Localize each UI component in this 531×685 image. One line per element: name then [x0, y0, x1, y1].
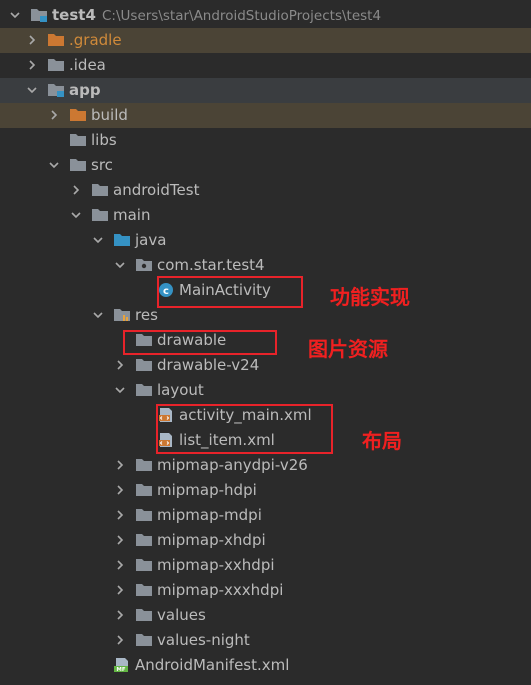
tree-item-label: main [113, 206, 151, 224]
tree-row-mipmap-xxxhdpi[interactable]: mipmap-xxxhdpi [0, 578, 531, 603]
highlight-box-mainactivity [157, 276, 303, 308]
tree-row-test4[interactable]: test4 C:\Users\star\AndroidStudioProjects… [0, 3, 531, 28]
source-folder-icon [114, 234, 130, 246]
tree-row--idea[interactable]: .idea [0, 53, 531, 78]
annotation-activity: 功能实现 [330, 285, 410, 309]
tree-item-label: mipmap-xhdpi [157, 531, 266, 549]
tree-item-label: values-night [157, 631, 250, 649]
tree-item-label: mipmap-hdpi [157, 481, 257, 499]
annotation-drawable: 图片资源 [308, 337, 388, 361]
project-path: C:\Users\star\AndroidStudioProjects\test… [102, 8, 382, 24]
tree-item-label: androidTest [113, 181, 200, 199]
chevron-down-icon[interactable] [113, 383, 127, 397]
folder-icon [136, 559, 152, 571]
tree-item-label: values [157, 606, 206, 624]
tree-row-values-night[interactable]: values-night [0, 628, 531, 653]
tree-item-label: mipmap-xxhdpi [157, 556, 275, 574]
folder-icon [48, 59, 64, 71]
chevron-down-icon[interactable] [91, 308, 105, 322]
tree-item-label: res [135, 306, 158, 324]
chevron-down-icon[interactable] [91, 233, 105, 247]
tree-row-java[interactable]: java [0, 228, 531, 253]
annotation-layout: 布局 [362, 429, 402, 453]
folder-icon [136, 609, 152, 621]
chevron-right-icon[interactable] [113, 508, 127, 522]
chevron-down-icon[interactable] [113, 258, 127, 272]
chevron-right-icon[interactable] [113, 458, 127, 472]
resource-folder-icon [114, 309, 130, 321]
tree-item-label: java [135, 231, 167, 249]
module-folder-icon [48, 84, 64, 97]
tree-row-androidtest[interactable]: androidTest [0, 178, 531, 203]
chevron-right-icon[interactable] [113, 533, 127, 547]
chevron-down-icon[interactable] [47, 158, 61, 172]
folder-icon [136, 384, 152, 396]
folder-icon [92, 209, 108, 221]
highlight-box-drawable [123, 330, 277, 355]
tree-row-androidmanifest-xml[interactable]: MF AndroidManifest.xml [0, 653, 531, 678]
orange-folder-icon [48, 34, 64, 46]
tree-item-label: AndroidManifest.xml [135, 656, 290, 674]
tree-item-label: .gradle [69, 31, 122, 49]
folder-icon [136, 459, 152, 471]
tree-row-mipmap-xhdpi[interactable]: mipmap-xhdpi [0, 528, 531, 553]
chevron-right-icon[interactable] [113, 358, 127, 372]
tree-item-label: src [91, 156, 113, 174]
manifest-file-icon: MF [114, 658, 128, 673]
tree-item-label: build [91, 106, 128, 124]
tree-row-mipmap-hdpi[interactable]: mipmap-hdpi [0, 478, 531, 503]
tree-item-label: mipmap-xxxhdpi [157, 581, 284, 599]
tree-row--gradle[interactable]: .gradle [0, 28, 531, 53]
svg-text:MF: MF [116, 667, 125, 673]
tree-row-main[interactable]: main [0, 203, 531, 228]
folder-icon [136, 509, 152, 521]
tree-row-app[interactable]: app [0, 78, 531, 103]
chevron-right-icon[interactable] [113, 483, 127, 497]
chevron-right-icon[interactable] [47, 108, 61, 122]
highlight-box-layouts [156, 404, 333, 454]
orange-folder-icon [70, 109, 86, 121]
tree-row-com-star-test4[interactable]: com.star.test4 [0, 253, 531, 278]
tree-row-values[interactable]: values [0, 603, 531, 628]
tree-item-label: drawable-v24 [157, 356, 260, 374]
folder-icon [92, 184, 108, 196]
folder-icon [70, 134, 86, 146]
tree-item-label: libs [91, 131, 117, 149]
chevron-right-icon[interactable] [25, 33, 39, 47]
chevron-down-icon[interactable] [69, 208, 83, 222]
folder-icon [136, 634, 152, 646]
folder-icon [136, 584, 152, 596]
module-folder-icon [31, 9, 47, 22]
tree-row-libs[interactable]: libs [0, 128, 531, 153]
tree-row-src[interactable]: src [0, 153, 531, 178]
chevron-right-icon[interactable] [113, 583, 127, 597]
tree-row-mipmap-xxhdpi[interactable]: mipmap-xxhdpi [0, 553, 531, 578]
tree-item-label: mipmap-anydpi-v26 [157, 456, 308, 474]
tree-item-label: com.star.test4 [157, 256, 265, 274]
tree-item-label: app [69, 81, 101, 99]
tree-row-mipmap-anydpi-v26[interactable]: mipmap-anydpi-v26 [0, 453, 531, 478]
tree-item-label: layout [157, 381, 204, 399]
chevron-down-icon[interactable] [8, 8, 22, 22]
tree-row-layout[interactable]: layout [0, 378, 531, 403]
tree-row-build[interactable]: build [0, 103, 531, 128]
chevron-right-icon[interactable] [69, 183, 83, 197]
tree-item-label: .idea [69, 56, 106, 74]
chevron-right-icon[interactable] [25, 58, 39, 72]
folder-icon [136, 359, 152, 371]
chevron-right-icon[interactable] [113, 558, 127, 572]
folder-icon [136, 534, 152, 546]
folder-icon [136, 484, 152, 496]
package-icon [136, 259, 152, 271]
tree-item-label: test4 [52, 6, 96, 24]
folder-icon [70, 159, 86, 171]
chevron-down-icon[interactable] [25, 83, 39, 97]
tree-row-drawable-v24[interactable]: drawable-v24 [0, 353, 531, 378]
chevron-right-icon[interactable] [113, 608, 127, 622]
chevron-right-icon[interactable] [113, 633, 127, 647]
tree-row-mipmap-mdpi[interactable]: mipmap-mdpi [0, 503, 531, 528]
tree-item-label: mipmap-mdpi [157, 506, 262, 524]
